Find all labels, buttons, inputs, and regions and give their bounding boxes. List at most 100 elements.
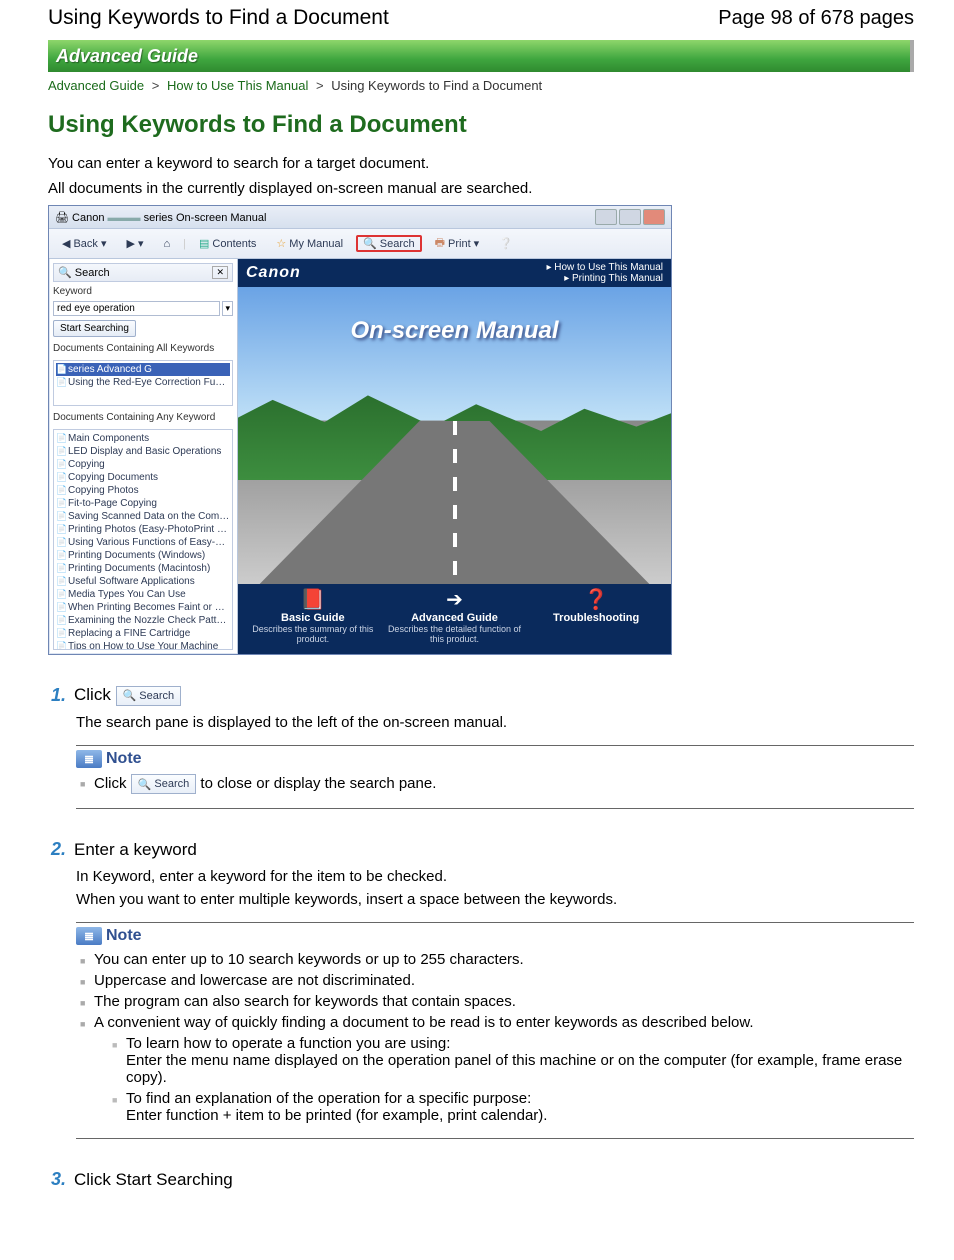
print-icon: 🖶	[435, 234, 445, 253]
step-2: 2. Enter a keyword In Keyword, enter a k…	[48, 839, 914, 1139]
step-number: 3.	[48, 1169, 66, 1190]
close-icon[interactable]	[643, 209, 665, 225]
list-item[interactable]: Replacing a FINE Cartridge	[56, 627, 230, 640]
my-manual-button[interactable]: ☆My Manual	[269, 235, 350, 252]
dropdown-icon[interactable]: ▾	[222, 301, 233, 316]
contents-button[interactable]: ▤Contents	[192, 235, 263, 252]
breadcrumb-sep: >	[152, 78, 160, 93]
toolbar: ◀Back ▾ ▶ ▾ ⌂ | ▤Contents ☆My Manual 🔍Se…	[49, 229, 671, 259]
back-icon: ◀	[62, 237, 70, 250]
star-icon: ☆	[276, 237, 286, 250]
search-button[interactable]: 🔍Search	[356, 235, 422, 252]
help-icon: ❔	[499, 237, 513, 250]
intro-paragraph-2: All documents in the currently displayed…	[48, 180, 914, 197]
list-item[interactable]: Media Types You Can Use	[56, 588, 230, 601]
breadcrumb-link-advanced-guide[interactable]: Advanced Guide	[48, 78, 144, 93]
screenshot-window: 🖨 Canon ▬▬▬ series On-screen Manual ◀Bac…	[48, 205, 672, 655]
note-item: Uppercase and lowercase are not discrimi…	[76, 972, 914, 989]
step-title: Click 🔍Search	[74, 685, 181, 706]
guide-card[interactable]: 📕 Basic GuideDescribes the summary of thi…	[243, 590, 383, 644]
guide-desc: Describes the summary of this product.	[243, 624, 383, 644]
breadcrumb-current: Using Keywords to Find a Document	[331, 78, 542, 93]
search-icon: 🔍	[138, 778, 152, 791]
list-item[interactable]: Saving Scanned Data on the Computer	[56, 510, 230, 523]
keyword-label: Keyword	[53, 286, 233, 297]
search-icon: 🔍	[363, 237, 377, 250]
link-printing-manual[interactable]: Printing This Manual	[572, 273, 663, 284]
list-item[interactable]: When Printing Becomes Faint or Colors Ar…	[56, 601, 230, 614]
any-keyword-list: Main ComponentsLED Display and Basic Ope…	[53, 429, 233, 650]
note-item: Click 🔍Search to close or display the se…	[76, 774, 914, 794]
any-keyword-label: Documents Containing Any Keyword	[53, 412, 233, 423]
search-pane: 🔍 Search ✕ Keyword ▾ Start Searching Doc…	[49, 259, 238, 654]
list-item[interactable]: LED Display and Basic Operations	[56, 445, 230, 458]
home-icon: ⌂	[163, 238, 170, 250]
note-label: Note	[106, 750, 142, 768]
step-number: 1.	[48, 685, 66, 706]
guide-icon: 📕	[243, 590, 383, 610]
guide-card[interactable]: ❓Troubleshooting	[526, 590, 666, 644]
document-title: Using Keywords to Find a Document	[48, 111, 914, 139]
step-title: Enter a keyword	[74, 840, 197, 860]
list-item[interactable]: Examining the Nozzle Check Pattern	[56, 614, 230, 627]
list-item[interactable]: Printing Documents (Macintosh)	[56, 562, 230, 575]
step-3: 3. Click Start Searching	[48, 1169, 914, 1190]
hero-image: On-screen Manual	[238, 287, 671, 584]
list-item[interactable]: Main Components	[56, 432, 230, 445]
note-icon: ≣	[76, 927, 102, 945]
step-1: 1. Click 🔍Search The search pane is disp…	[48, 685, 914, 809]
list-item[interactable]: Copying	[56, 458, 230, 471]
home-button[interactable]: ⌂	[156, 236, 177, 252]
start-searching-button[interactable]: Start Searching	[53, 320, 136, 337]
hero-title: On-screen Manual	[238, 317, 671, 345]
forward-button[interactable]: ▶ ▾	[119, 235, 150, 252]
step-body-text: In Keyword, enter a keyword for the item…	[76, 868, 914, 885]
search-icon: 🔍	[58, 267, 72, 279]
note-item: A convenient way of quickly finding a do…	[76, 1014, 914, 1124]
maximize-icon[interactable]	[619, 209, 641, 225]
list-item[interactable]: Printing Documents (Windows)	[56, 549, 230, 562]
list-item[interactable]: Copying Documents	[56, 471, 230, 484]
note-icon: ≣	[76, 750, 102, 768]
print-button[interactable]: 🖶Print ▾	[428, 232, 487, 255]
canon-icon: 🖨	[55, 212, 69, 224]
guide-title: Advanced Guide	[384, 612, 524, 624]
list-item[interactable]: Useful Software Applications	[56, 575, 230, 588]
keyword-input[interactable]	[53, 301, 220, 316]
search-chip: 🔍Search	[131, 774, 197, 794]
banner-text: Advanced Guide	[56, 46, 198, 67]
step-body-text: The search pane is displayed to the left…	[76, 714, 914, 731]
guide-title: Troubleshooting	[526, 612, 666, 624]
page-indicator: Page 98 of 678 pages	[718, 7, 914, 30]
list-item[interactable]: series Advanced G	[56, 363, 230, 376]
note-sub-item: To find an explanation of the operation …	[108, 1090, 914, 1124]
breadcrumb-sep: >	[316, 78, 324, 93]
list-item[interactable]: Fit-to-Page Copying	[56, 497, 230, 510]
guides-row: 📕 Basic GuideDescribes the summary of thi…	[238, 584, 671, 654]
list-item[interactable]: Using the Red-Eye Correction Function	[56, 376, 230, 389]
page-header-title: Using Keywords to Find a Document	[48, 6, 389, 30]
breadcrumb-link-how-to-use[interactable]: How to Use This Manual	[167, 78, 308, 93]
list-item[interactable]: Printing Photos (Easy-PhotoPrint EX)	[56, 523, 230, 536]
list-item[interactable]: Tips on How to Use Your Machine	[56, 640, 230, 650]
minimize-icon[interactable]	[595, 209, 617, 225]
list-item[interactable]: Copying Photos	[56, 484, 230, 497]
close-pane-icon[interactable]: ✕	[212, 266, 228, 279]
step-body-text: When you want to enter multiple keywords…	[76, 891, 914, 908]
help-button[interactable]: ❔	[492, 235, 520, 252]
search-icon: 🔍	[123, 689, 137, 702]
list-item[interactable]: Using Various Functions of Easy-PhotoPri…	[56, 536, 230, 549]
canon-logo: Canon	[246, 264, 301, 282]
main-links: ▸ How to Use This Manual ▸ Printing This…	[546, 262, 663, 284]
guide-icon: ➔	[384, 590, 524, 610]
back-button[interactable]: ◀Back ▾	[55, 235, 113, 252]
note-label: Note	[106, 927, 142, 945]
guide-card[interactable]: ➔Advanced GuideDescribes the detailed fu…	[384, 590, 524, 644]
note-block: ≣ Note You can enter up to 10 search key…	[76, 922, 914, 1139]
guide-title: Basic Guide	[243, 612, 383, 624]
note-item: You can enter up to 10 search keywords o…	[76, 951, 914, 968]
forward-icon: ▶	[126, 237, 134, 250]
breadcrumb: Advanced Guide > How to Use This Manual …	[48, 78, 914, 93]
link-how-to-use[interactable]: How to Use This Manual	[554, 262, 663, 273]
all-keywords-label: Documents Containing All Keywords	[53, 343, 233, 354]
